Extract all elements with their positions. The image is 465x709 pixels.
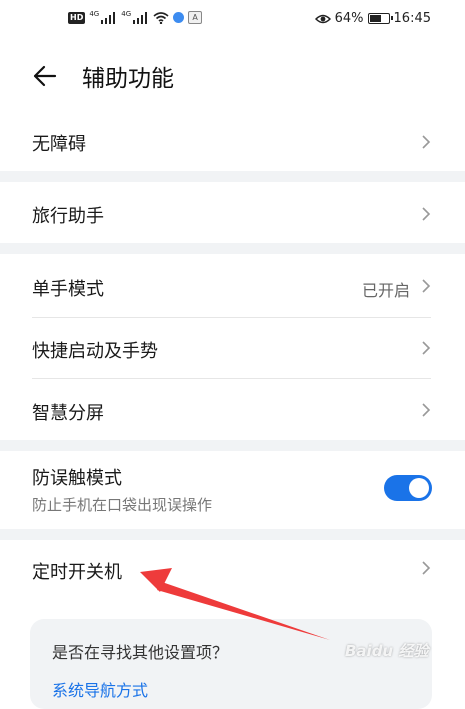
accidental-touch-toggle[interactable] bbox=[384, 475, 432, 501]
settings-item-label: 智慧分屏 bbox=[32, 403, 104, 424]
suggestion-question: 是否在寻找其他设置项？ bbox=[52, 643, 229, 662]
page-title: 辅助功能 bbox=[82, 66, 174, 92]
settings-item-smart-split-screen[interactable]: 智慧分屏 bbox=[0, 379, 465, 440]
settings-item-subtitle: 防止手机在口袋出现误操作 bbox=[32, 496, 213, 514]
suggestion-link[interactable]: 系统导航方式 bbox=[52, 677, 148, 701]
section-gap bbox=[0, 529, 465, 540]
chevron-right-icon bbox=[422, 561, 431, 575]
eye-comfort-icon bbox=[314, 14, 331, 23]
app-notification-icon bbox=[173, 12, 185, 23]
arrow-left-icon[interactable] bbox=[30, 62, 58, 90]
settings-item-label: 防误触模式 bbox=[32, 468, 122, 489]
toggle-knob bbox=[409, 478, 429, 498]
settings-item-travel-assistant[interactable]: 旅行助手 bbox=[0, 182, 465, 243]
section-gap bbox=[0, 171, 465, 182]
settings-item-label: 无障碍 bbox=[32, 134, 86, 155]
network-type-1: 4G bbox=[89, 9, 100, 18]
settings-item-accidental-touch: 防误触模式 防止手机在口袋出现误操作 bbox=[0, 451, 465, 529]
clock: 16:45 bbox=[393, 11, 431, 26]
input-method-icon: A bbox=[188, 11, 203, 24]
settings-item-one-hand-mode[interactable]: 单手模式 已开启 bbox=[0, 254, 465, 317]
settings-item-value: 已开启 bbox=[361, 281, 410, 300]
wifi-icon bbox=[153, 11, 169, 24]
settings-item-label: 快捷启动及手势 bbox=[32, 341, 158, 362]
chevron-right-icon bbox=[422, 279, 431, 293]
status-left-icons: HD 4G 4G A bbox=[68, 9, 203, 24]
watermark: Baidu 经验 bbox=[345, 642, 429, 660]
chevron-right-icon bbox=[422, 135, 431, 149]
settings-item-label: 定时开关机 bbox=[32, 562, 122, 583]
signal-1-icon bbox=[101, 11, 117, 24]
settings-item-label: 单手模式 bbox=[32, 279, 104, 300]
status-bar: HD 4G 4G A 64% 16:45 bbox=[0, 0, 465, 38]
status-right-icons: 64% 16:45 bbox=[314, 11, 431, 26]
app-header: 辅助功能 bbox=[0, 38, 465, 113]
signal-2-icon bbox=[133, 11, 149, 24]
section-gap bbox=[0, 440, 465, 451]
chevron-right-icon bbox=[422, 207, 431, 221]
chevron-right-icon bbox=[422, 341, 431, 355]
network-type-2: 4G bbox=[121, 9, 132, 18]
settings-item-label: 旅行助手 bbox=[32, 206, 104, 227]
battery-fill bbox=[369, 15, 381, 22]
battery-percent: 64% bbox=[334, 11, 364, 26]
settings-item-shortcuts-gestures[interactable]: 快捷启动及手势 bbox=[0, 318, 465, 378]
chevron-right-icon bbox=[422, 403, 431, 417]
hd-badge: HD bbox=[68, 11, 86, 24]
battery-icon bbox=[367, 13, 393, 24]
settings-item-scheduled-power[interactable]: 定时开关机 bbox=[0, 540, 465, 598]
settings-item-accessibility[interactable]: 无障碍 bbox=[0, 113, 465, 171]
section-gap bbox=[0, 243, 465, 254]
